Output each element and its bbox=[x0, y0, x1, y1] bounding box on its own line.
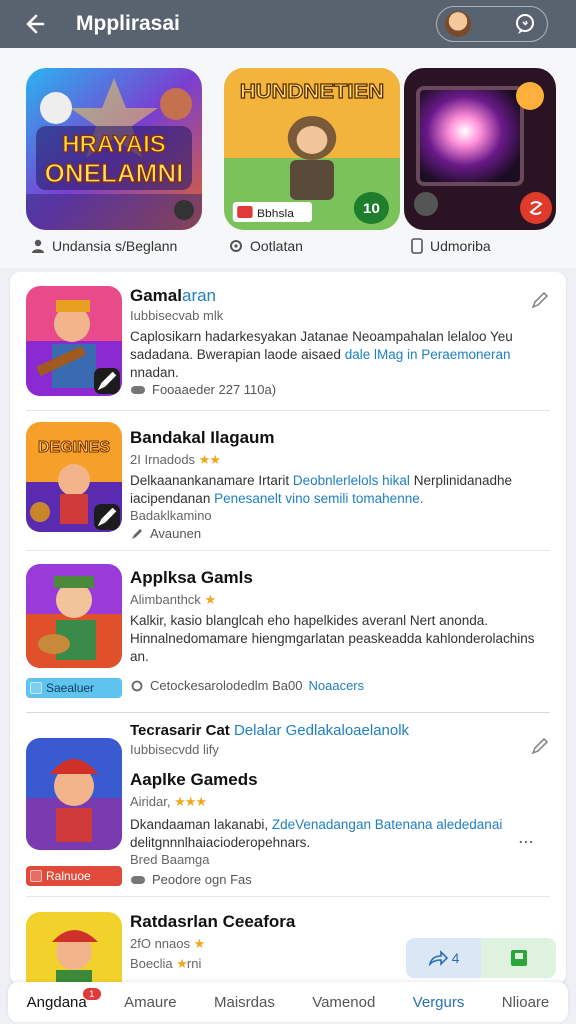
app-thumbnail bbox=[26, 286, 122, 396]
featured-card-1[interactable]: HRAYAIS ONELAMNI bbox=[26, 68, 202, 230]
game-art-1: HRAYAIS ONELAMNI bbox=[26, 68, 202, 230]
rating-stars: ★★ bbox=[198, 452, 221, 467]
svg-text:HUNDNETIEN: HUNDNETIEN bbox=[240, 81, 384, 103]
svg-text:10: 10 bbox=[363, 202, 380, 217]
edit-badge bbox=[94, 504, 120, 530]
item-meta: Peodore ogn Fas bbox=[130, 872, 252, 887]
controller-icon bbox=[131, 385, 145, 394]
item-description: Caplosikarn hadarkesyakan Jatanae Neoamp… bbox=[130, 329, 513, 380]
featured-label-1: Undansia s/Beglann bbox=[30, 238, 177, 254]
description-link[interactable]: ZdeVenadangan Batenana alededanai bbox=[272, 817, 502, 832]
bookmark-button[interactable] bbox=[481, 938, 556, 978]
page-title: Mpplirasai bbox=[76, 12, 180, 35]
bottom-navigation: Angdana 1 Amaure Maisrdas Vamenod Vergurs… bbox=[8, 982, 568, 1022]
person-icon bbox=[32, 239, 44, 253]
divider bbox=[26, 712, 550, 713]
svg-text:DEGINES: DEGINES bbox=[38, 439, 110, 456]
gear-icon bbox=[230, 240, 242, 252]
featured-card-3[interactable] bbox=[404, 68, 556, 230]
featured-section: HRAYAIS ONELAMNI Undansia s/Beglann HUND… bbox=[0, 48, 576, 268]
nav-item-3[interactable]: Maisrdas bbox=[210, 994, 279, 1011]
item-subtitle: 2I Irnadods ★★ bbox=[130, 452, 221, 467]
rating-stars: ★ bbox=[204, 592, 216, 607]
svg-text:HRAYAIS: HRAYAIS bbox=[62, 131, 166, 158]
svg-text:Bbhsla: Bbhsla bbox=[257, 208, 295, 219]
nav-item-2[interactable]: Amaure bbox=[120, 994, 181, 1011]
item-title: Aaplke Gameds bbox=[130, 770, 258, 789]
edit-icon[interactable] bbox=[530, 736, 550, 756]
description-link[interactable]: Penesanelt vino semili tomahenne. bbox=[214, 491, 423, 506]
phone-icon bbox=[411, 238, 423, 254]
back-button[interactable] bbox=[14, 4, 54, 44]
rating-stars: ★ bbox=[193, 936, 206, 951]
item-subtitle: 2fO nnaos ★ bbox=[130, 936, 206, 951]
nav-item-home[interactable]: Angdana 1 bbox=[23, 987, 101, 1011]
divider bbox=[26, 896, 550, 897]
item-pre-subtitle: Iubbisecvdd lify bbox=[130, 742, 219, 757]
game-art-2: HUNDNETIEN Bbhsla 10 bbox=[224, 68, 400, 230]
tag-chip[interactable]: Saealuer bbox=[26, 678, 122, 698]
edit-icon[interactable] bbox=[530, 290, 550, 310]
pencil-icon bbox=[97, 507, 117, 527]
featured-label-3: Udmoriba bbox=[410, 238, 491, 254]
app-thumbnail: DEGINES bbox=[26, 422, 122, 532]
app-thumbnail bbox=[26, 564, 122, 668]
top-app-bar: Mpplirasai bbox=[0, 0, 576, 48]
avatar[interactable] bbox=[445, 11, 471, 37]
item-meta-top: Bred Baamga bbox=[130, 852, 210, 867]
item-meta: Cetockesarolodedlm Ba00 Noaacers bbox=[130, 678, 364, 693]
more-icon[interactable]: ⋯ bbox=[518, 832, 534, 852]
share-button[interactable]: 4 bbox=[406, 938, 481, 978]
item-title: Ratdasrlan Ceeafora bbox=[130, 912, 296, 931]
notification-badge: 1 bbox=[82, 987, 101, 1000]
chat-button[interactable] bbox=[511, 10, 539, 38]
bookmark-icon bbox=[510, 950, 527, 966]
item-description: Dkandaaman lakanabi, ZdeVenadangan Baten… bbox=[130, 817, 503, 850]
item-meta-top: Badaklkamino bbox=[130, 508, 212, 523]
item-meta: Fooaaeder 227 110a) bbox=[130, 382, 276, 397]
item-title: Bandakal Ilagaum bbox=[130, 428, 275, 447]
item-description: Delkaanankanamare Irtarit Deobnlerlelols… bbox=[130, 473, 513, 506]
edit-badge bbox=[94, 368, 120, 394]
chat-bubble-icon bbox=[516, 14, 534, 34]
item-title: Applksa Gamls bbox=[130, 568, 253, 587]
game-art-3 bbox=[404, 68, 556, 230]
nav-item-5[interactable]: Vergurs bbox=[409, 994, 469, 1011]
item-subtitle: Alimbanthck ★ bbox=[130, 592, 216, 607]
featured-card-2[interactable]: HUNDNETIEN Bbhsla 10 bbox=[224, 68, 400, 230]
tag-chip[interactable]: Ralnuoe bbox=[26, 866, 122, 886]
gear-icon bbox=[131, 680, 143, 691]
app-thumbnail bbox=[26, 912, 122, 984]
item-pre-title: Tecrasarir Cat Delalar Gedlakaloaelanolk bbox=[130, 722, 410, 739]
app-list: Gamalaran Iubbisecvab mlk Caplosikarn ha… bbox=[10, 272, 566, 984]
share-icon bbox=[428, 950, 448, 966]
edit-icon bbox=[132, 528, 142, 539]
arrow-left-icon bbox=[26, 14, 45, 34]
rating-stars: ★★★ bbox=[174, 794, 207, 809]
featured-label-2: Ootlatan bbox=[228, 238, 303, 254]
item-meta-top: Boeclia ★rni bbox=[130, 956, 202, 971]
floating-actions: 4 bbox=[406, 938, 556, 978]
top-actions-pill bbox=[436, 6, 548, 42]
nav-item-6[interactable]: Nlioare bbox=[498, 994, 554, 1011]
description-link[interactable]: Deobnlerlelols hikal bbox=[293, 473, 410, 488]
app-thumbnail bbox=[26, 738, 122, 850]
svg-text:ONELAMNI: ONELAMNI bbox=[45, 158, 184, 188]
item-description: Kalkir, kasio blanglcah eho hapelkides a… bbox=[130, 613, 535, 664]
pencil-icon bbox=[97, 371, 117, 391]
item-title: Gamalaran bbox=[130, 286, 217, 305]
item-subtitle: Iubbisecvab mlk bbox=[130, 308, 224, 323]
nav-item-4[interactable]: Vamenod bbox=[308, 994, 379, 1011]
divider bbox=[26, 550, 550, 551]
item-meta: Avaunen bbox=[130, 526, 201, 541]
item-subtitle: Airidar, ★★★ bbox=[130, 794, 207, 809]
divider bbox=[26, 410, 550, 411]
description-link[interactable]: dale lMag in Peraemoneran bbox=[345, 347, 511, 362]
controller-icon bbox=[131, 875, 145, 884]
